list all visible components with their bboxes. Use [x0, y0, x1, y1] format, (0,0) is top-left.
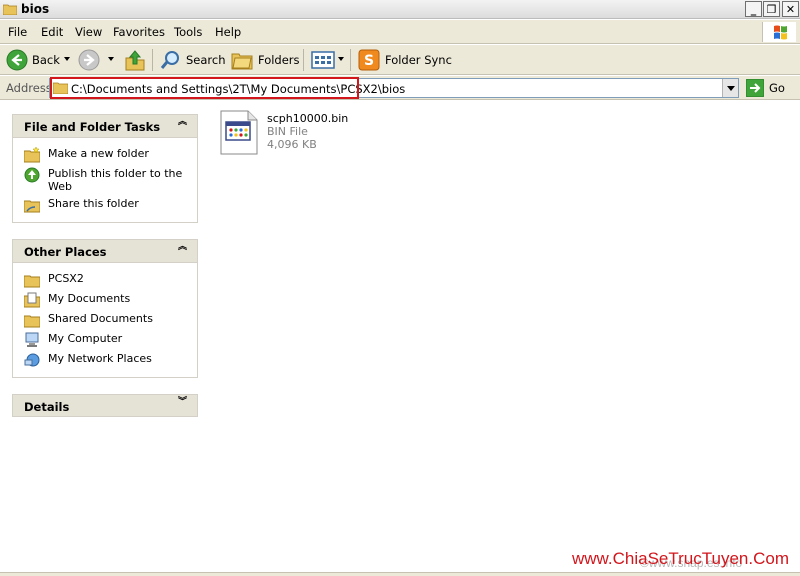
folder-icon — [24, 275, 40, 288]
menu-help[interactable]: Help — [215, 25, 241, 39]
views-icon[interactable] — [311, 50, 335, 70]
place-my-documents[interactable]: My Documents — [24, 292, 194, 308]
minimize-button[interactable]: _ — [745, 1, 762, 17]
views-dropdown-icon[interactable] — [338, 57, 344, 61]
back-dropdown-icon[interactable] — [64, 57, 70, 61]
publish-web-icon — [24, 167, 40, 183]
file-folder-tasks-pane: File and Folder Tasks ︽ Make a new folde… — [12, 114, 198, 223]
pane-header[interactable]: Other Places ︽ — [13, 240, 197, 263]
address-label: Address — [6, 81, 52, 95]
folder-icon — [3, 4, 17, 15]
back-button[interactable]: Back — [32, 53, 60, 67]
file-size: 4,096 KB — [267, 138, 317, 151]
go-arrow-icon[interactable] — [746, 79, 764, 97]
collapse-chevron-icon[interactable]: ︽ — [178, 243, 187, 252]
folder-sync-button[interactable]: Folder Sync — [385, 53, 452, 67]
pane-title: File and Folder Tasks — [24, 120, 161, 134]
task-publish-to-web[interactable]: Publish this folder to the Web — [24, 167, 194, 193]
search-button[interactable]: Search — [186, 53, 226, 67]
forward-arrow-icon[interactable] — [78, 49, 100, 71]
menu-tools[interactable]: Tools — [174, 25, 202, 39]
toolbar: Back Search Folders S Folder Sync — [0, 45, 800, 75]
expand-chevron-icon[interactable]: ︾ — [178, 398, 187, 407]
share-folder-icon — [24, 200, 40, 213]
address-highlight-box — [50, 77, 359, 99]
window-title: bios — [21, 2, 50, 16]
folders-button[interactable]: Folders — [258, 53, 300, 67]
file-type: BIN File — [267, 125, 308, 138]
task-make-new-folder[interactable]: Make a new folder — [24, 147, 194, 163]
up-folder-icon[interactable] — [124, 48, 146, 72]
forward-dropdown-icon[interactable] — [108, 57, 114, 61]
details-pane: Details ︾ — [12, 394, 198, 417]
place-my-computer[interactable]: My Computer — [24, 332, 194, 348]
new-folder-icon — [24, 147, 40, 163]
windows-logo — [762, 22, 796, 42]
title-bar: bios _ ❐ ✕ — [0, 0, 800, 19]
pane-header[interactable]: Details ︾ — [12, 394, 198, 417]
go-button[interactable]: Go — [769, 81, 785, 95]
file-name[interactable]: scph10000.bin — [267, 112, 348, 125]
svg-text:S: S — [364, 53, 374, 69]
task-share-folder[interactable]: Share this folder — [24, 197, 194, 213]
menu-view[interactable]: View — [75, 25, 102, 39]
other-places-pane: Other Places ︽ PCSX2 My Documents Shared… — [12, 239, 198, 378]
search-icon[interactable] — [160, 49, 182, 71]
menu-favorites[interactable]: Favorites — [113, 25, 165, 39]
shared-folder-icon — [24, 315, 40, 328]
back-arrow-icon[interactable] — [6, 49, 28, 71]
folders-icon[interactable] — [231, 50, 253, 70]
pane-title: Other Places — [24, 245, 107, 259]
menu-file[interactable]: File — [8, 25, 27, 39]
pane-header[interactable]: File and Folder Tasks ︽ — [13, 115, 197, 138]
my-documents-icon — [24, 292, 40, 308]
place-shared-documents[interactable]: Shared Documents — [24, 312, 194, 328]
pane-title: Details — [24, 400, 70, 414]
close-button[interactable]: ✕ — [782, 1, 799, 17]
bin-file-icon[interactable] — [220, 110, 258, 155]
status-bar — [0, 572, 800, 576]
maximize-button[interactable]: ❐ — [763, 1, 780, 17]
address-dropdown-button[interactable] — [722, 79, 738, 97]
collapse-chevron-icon[interactable]: ︽ — [178, 118, 187, 127]
watermark: www.ChiaSeTrucTuyen.Com — [572, 549, 789, 568]
menu-bar: File Edit View Favorites Tools Help — [0, 20, 800, 44]
menu-edit[interactable]: Edit — [41, 25, 63, 39]
my-computer-icon — [25, 332, 39, 347]
place-pcsx2[interactable]: PCSX2 — [24, 272, 194, 288]
place-my-network-places[interactable]: My Network Places — [24, 352, 194, 368]
folder-sync-icon[interactable]: S — [358, 49, 380, 71]
network-places-icon — [24, 353, 40, 367]
